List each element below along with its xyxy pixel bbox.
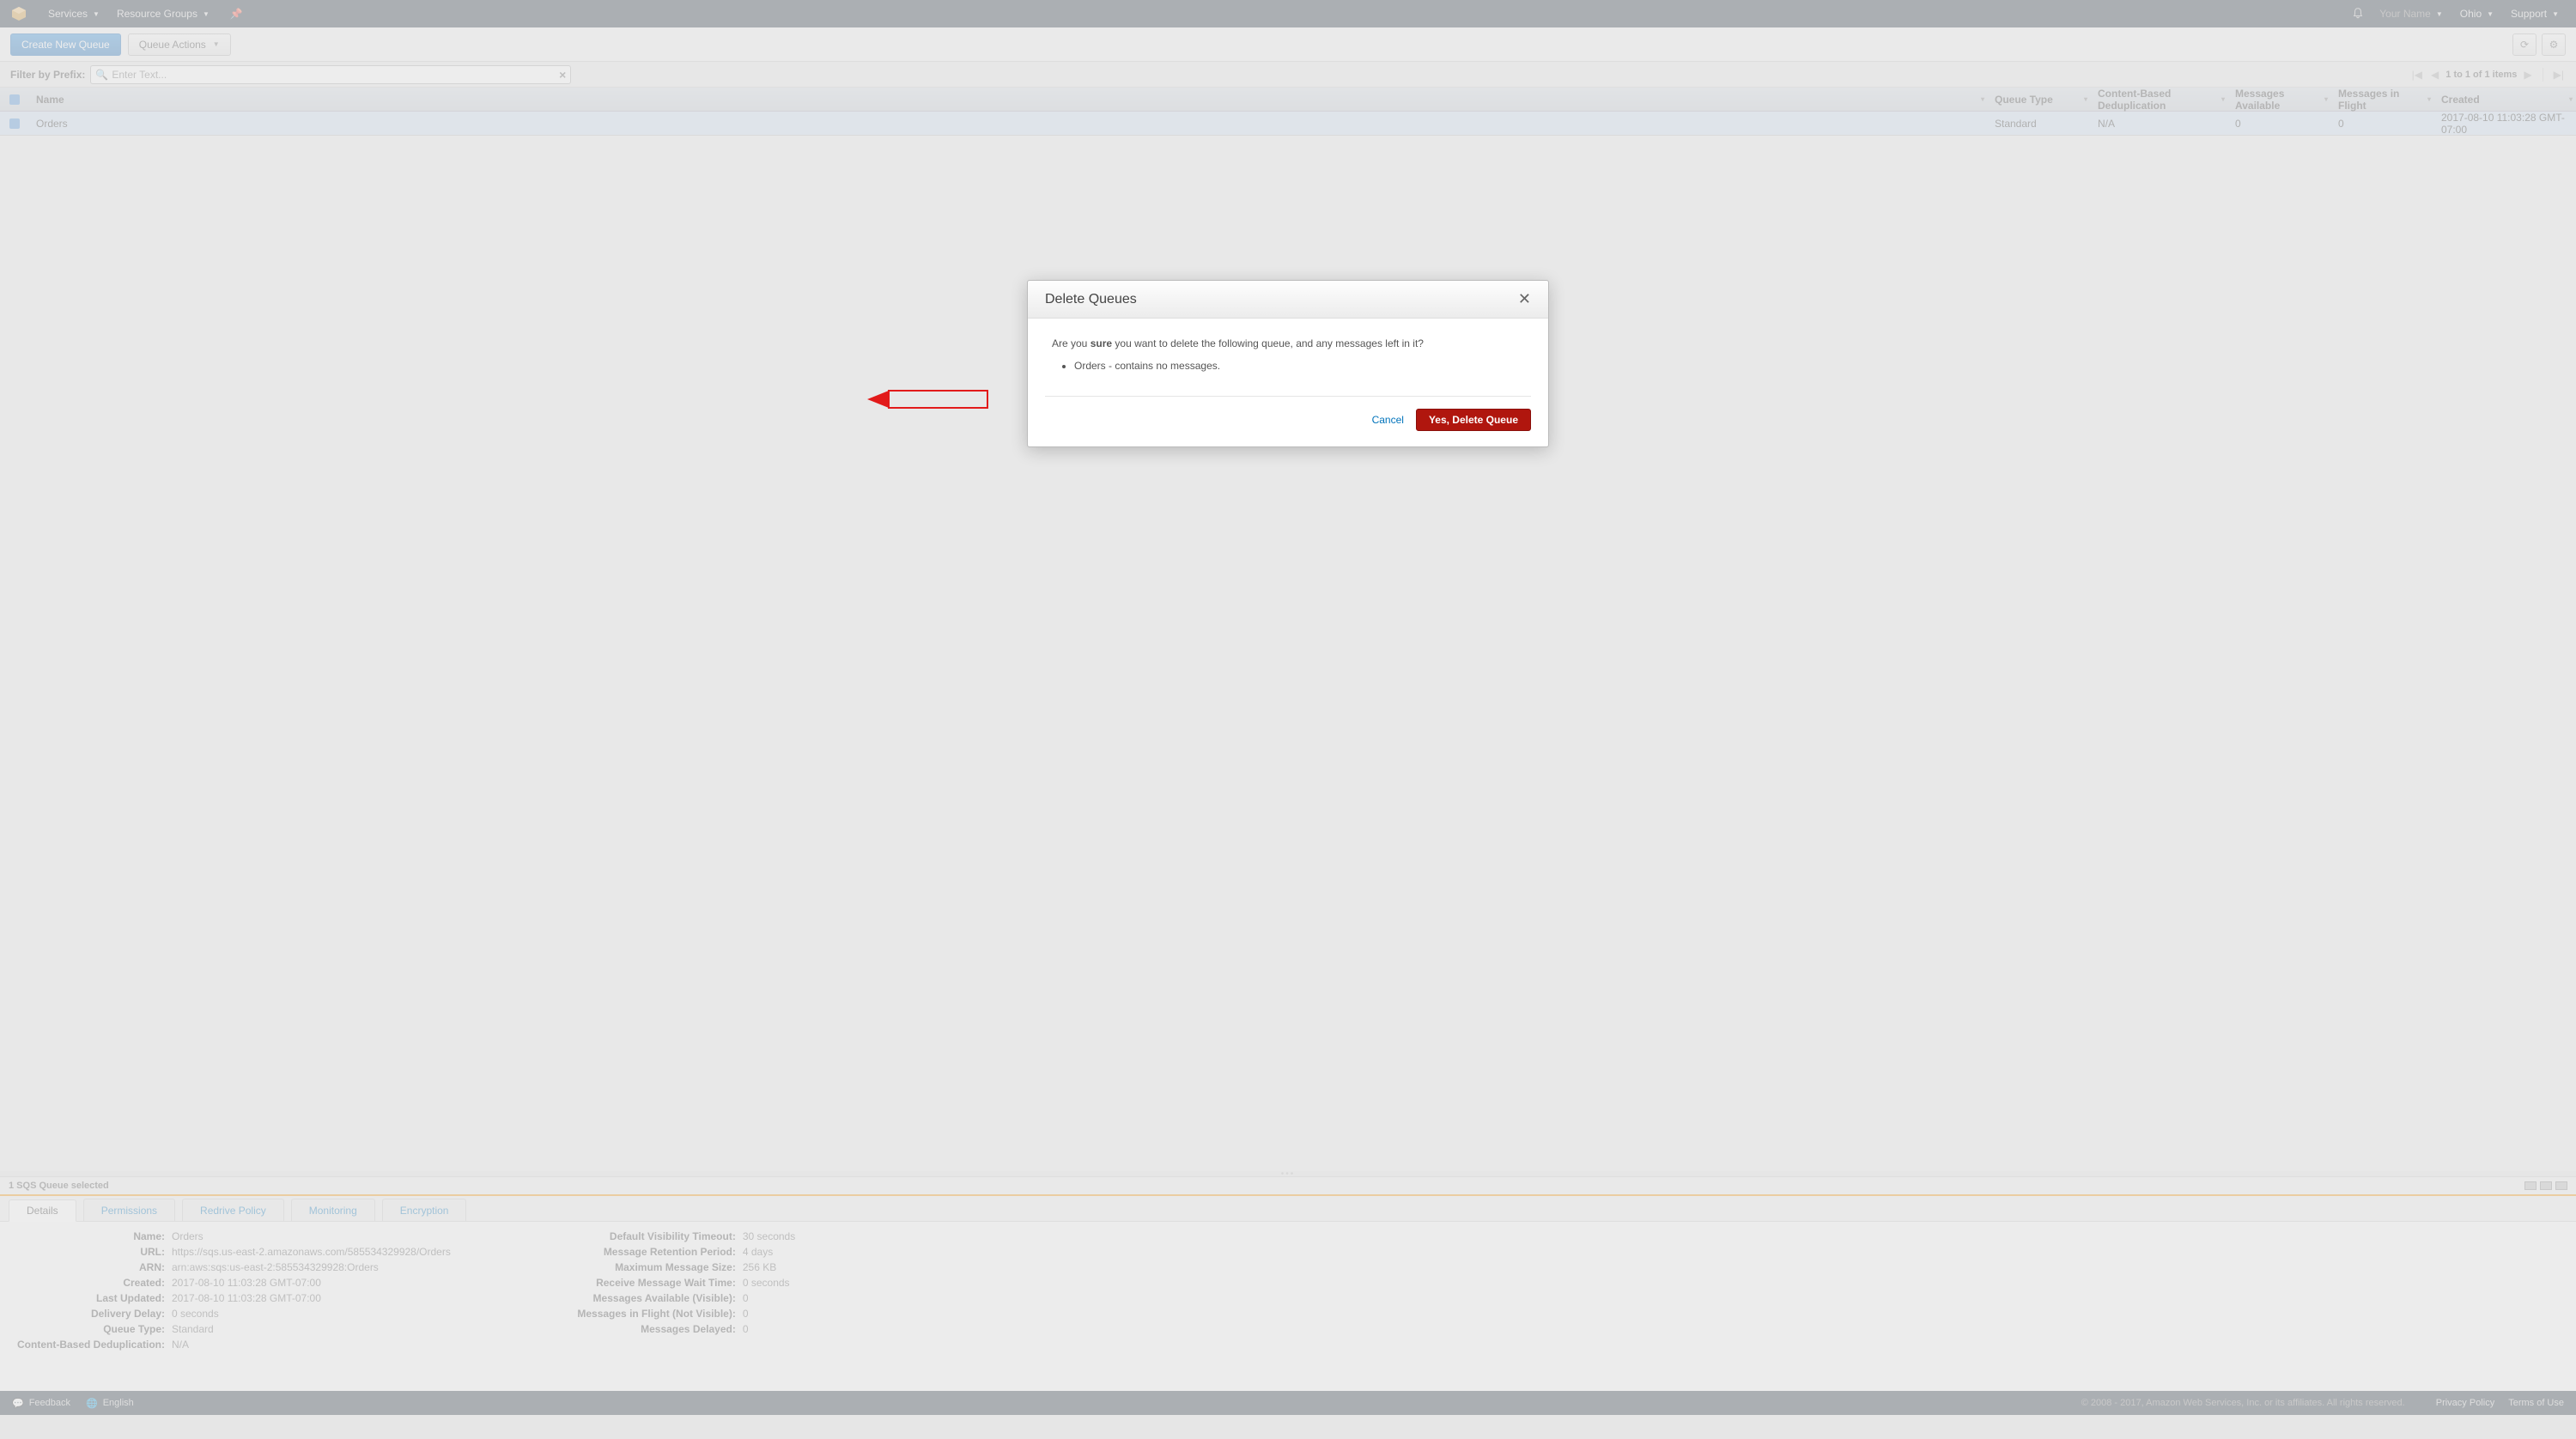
dialog-question: Are you sure you want to delete the foll… xyxy=(1052,337,1524,349)
dialog-confirm-button[interactable]: Yes, Delete Queue xyxy=(1416,409,1531,431)
dialog-q-sure: sure xyxy=(1091,337,1112,349)
dialog-title: Delete Queues xyxy=(1045,292,1137,307)
dialog-confirm-label: Yes, Delete Queue xyxy=(1429,414,1518,426)
dialog-q-pre: Are you xyxy=(1052,337,1091,349)
delete-queues-dialog: Delete Queues ✕ Are you sure you want to… xyxy=(1027,280,1549,447)
dialog-cancel-label: Cancel xyxy=(1372,414,1404,426)
dialog-body: Are you sure you want to delete the foll… xyxy=(1028,319,1548,396)
dialog-footer: Cancel Yes, Delete Queue xyxy=(1045,396,1531,446)
dialog-queue-item: Orders - contains no messages. xyxy=(1074,360,1524,372)
dialog-header: Delete Queues ✕ xyxy=(1028,281,1548,319)
dialog-close-icon[interactable]: ✕ xyxy=(1518,290,1531,308)
dialog-q-post: you want to delete the following queue, … xyxy=(1112,337,1424,349)
modal-overlay: Delete Queues ✕ Are you sure you want to… xyxy=(0,0,2576,1439)
dialog-cancel-button[interactable]: Cancel xyxy=(1372,414,1404,426)
